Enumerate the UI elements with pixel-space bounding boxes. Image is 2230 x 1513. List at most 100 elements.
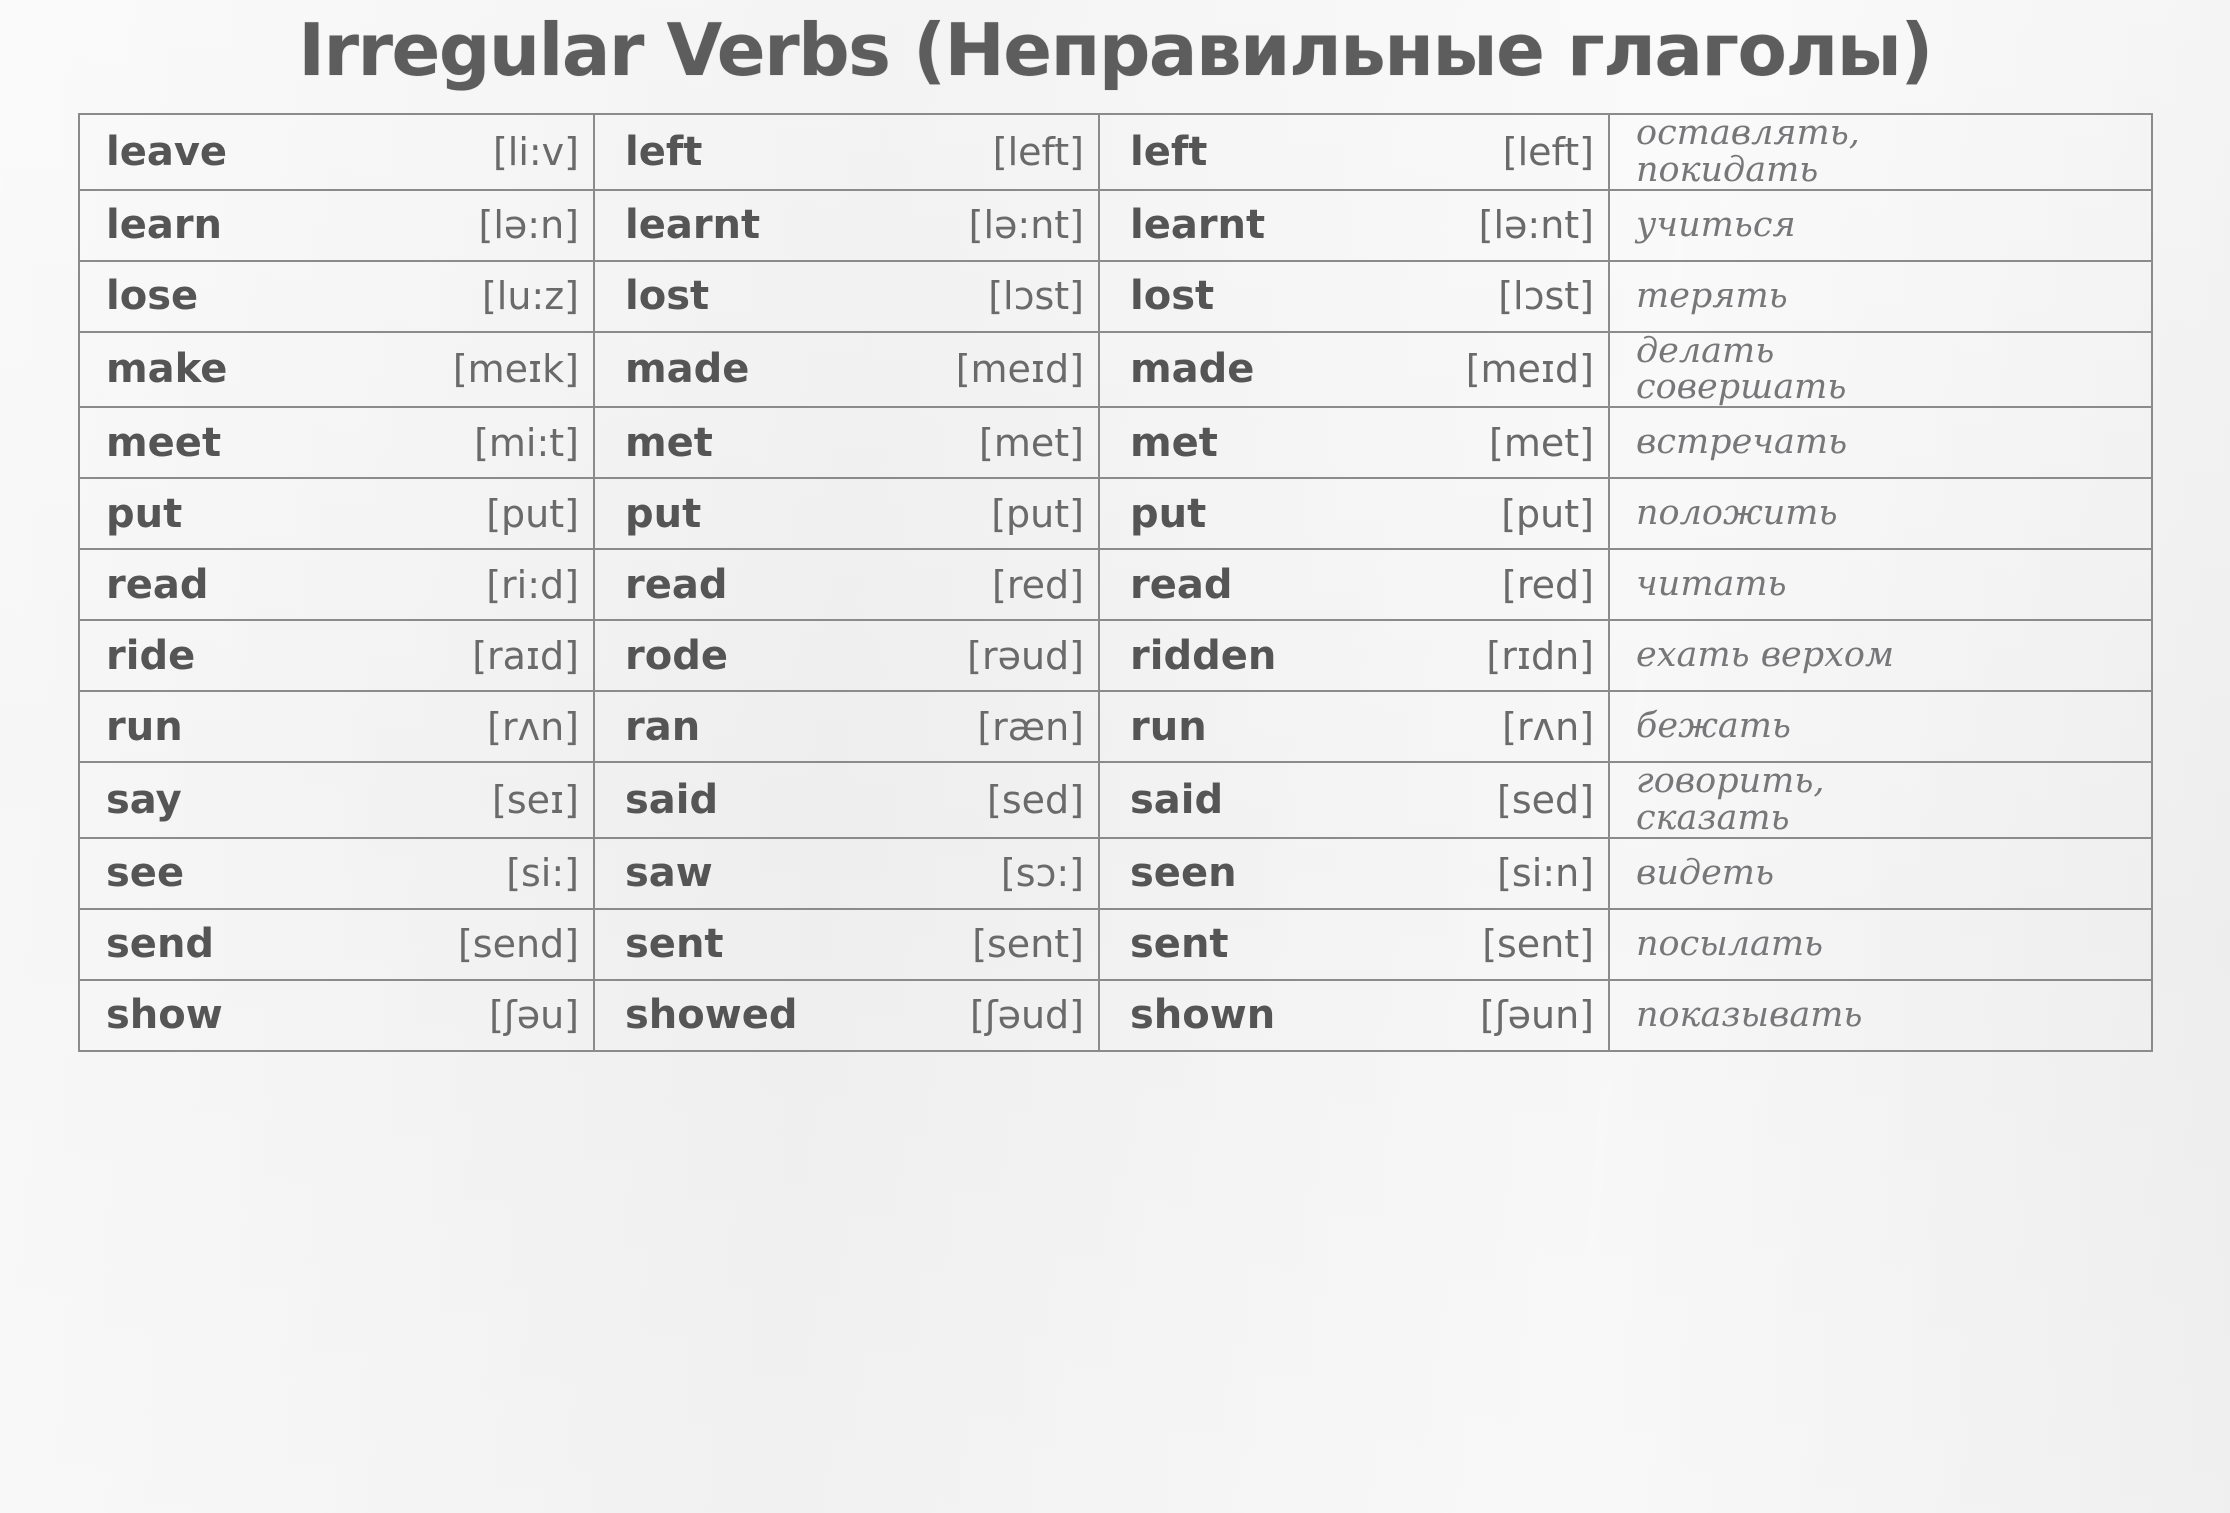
verb-past-word: ran [593, 690, 904, 763]
verb-past-word: saw [593, 836, 904, 910]
verb-participle-transcription: [sent] [1409, 907, 1610, 981]
verb-past-word: said [593, 761, 904, 839]
verb-participle-transcription: [red] [1409, 548, 1610, 621]
verb-base-transcription: [ʃəu] [434, 978, 595, 1052]
verb-base-word: make [78, 330, 434, 408]
table-row: say [seɪ] said [sed] said [sed] говорить, сказ… [78, 761, 2153, 839]
verb-base-transcription: [lə:n] [434, 188, 595, 262]
table-row: see [si:] saw [sɔ:] seen [si:n] видеть [78, 836, 2153, 910]
verb-past-word: lost [593, 259, 904, 333]
verb-participle-word: left [1098, 113, 1409, 191]
page-title: Irregular Verbs (Неправильные глаголы) [298, 8, 1933, 92]
verb-participle-word: ridden [1098, 619, 1409, 692]
verb-base-word: say [78, 761, 434, 839]
verb-base-transcription: [rʌn] [434, 690, 595, 763]
verb-participle-word: read [1098, 548, 1409, 621]
verb-base-word: ride [78, 619, 434, 692]
verb-past-transcription: [sed] [904, 761, 1100, 839]
verb-past-transcription: [rəud] [904, 619, 1100, 692]
verb-translation: читать [1608, 548, 2153, 621]
table-row: run [rʌn] ran [ræn] run [rʌn] бежать [78, 690, 2153, 763]
verb-base-transcription: [li:v] [434, 113, 595, 191]
verb-base-word: send [78, 907, 434, 981]
verb-participle-transcription: [put] [1409, 477, 1610, 550]
irregular-verbs-table: leave [li:v] left [left] left [left] оставлять… [78, 113, 2153, 1052]
verb-participle-word: sent [1098, 907, 1409, 981]
verb-past-transcription: [red] [904, 548, 1100, 621]
verb-participle-word: shown [1098, 978, 1409, 1052]
verb-past-word: sent [593, 907, 904, 981]
verb-base-transcription: [put] [434, 477, 595, 550]
verb-translation: видеть [1608, 836, 2153, 910]
verb-base-word: run [78, 690, 434, 763]
verb-translation: посылать [1608, 907, 2153, 981]
verb-participle-transcription: [rʌn] [1409, 690, 1610, 763]
table-row: meet [mi:t] met [met] met [met] встречать [78, 406, 2153, 479]
verb-base-transcription: [ri:d] [434, 548, 595, 621]
verb-translation: показывать [1608, 978, 2153, 1052]
verb-translation: встречать [1608, 406, 2153, 479]
verb-participle-transcription: [lə:nt] [1409, 188, 1610, 262]
verb-past-transcription: [put] [904, 477, 1100, 550]
verb-participle-word: put [1098, 477, 1409, 550]
verb-participle-transcription: [rɪdn] [1409, 619, 1610, 692]
verb-past-transcription: [met] [904, 406, 1100, 479]
verb-base-word: see [78, 836, 434, 910]
verb-participle-word: met [1098, 406, 1409, 479]
verb-participle-transcription: [met] [1409, 406, 1610, 479]
verb-participle-word: run [1098, 690, 1409, 763]
table-row: make [meɪk] made [meɪd] made [meɪd] делать сов… [78, 330, 2153, 408]
verb-base-transcription: [si:] [434, 836, 595, 910]
table-row: leave [li:v] left [left] left [left] оставлять… [78, 113, 2153, 191]
worksheet-page: Irregular Verbs (Неправильные глаголы) l… [0, 0, 2230, 1513]
table-row: show [ʃəu] showed [ʃəud] shown [ʃəun] показыва… [78, 978, 2153, 1052]
table-row: put [put] put [put] put [put] положить [78, 477, 2153, 550]
verb-translation: делать совершать [1608, 330, 2153, 408]
verb-base-word: show [78, 978, 434, 1052]
verb-participle-word: learnt [1098, 188, 1409, 262]
verb-participle-transcription: [left] [1409, 113, 1610, 191]
verb-past-word: left [593, 113, 904, 191]
verb-base-word: lose [78, 259, 434, 333]
verb-participle-transcription: [meɪd] [1409, 330, 1610, 408]
verb-participle-word: made [1098, 330, 1409, 408]
verb-past-transcription: [lɔst] [904, 259, 1100, 333]
table-row: lose [lu:z] lost [lɔst] lost [lɔst] терять [78, 259, 2153, 333]
verb-translation: ехать верхом [1608, 619, 2153, 692]
verb-base-word: read [78, 548, 434, 621]
verb-translation: учиться [1608, 188, 2153, 262]
verb-past-word: made [593, 330, 904, 408]
verb-past-transcription: [ʃəud] [904, 978, 1100, 1052]
verb-base-transcription: [raɪd] [434, 619, 595, 692]
verb-past-transcription: [left] [904, 113, 1100, 191]
table-row: learn [lə:n] learnt [lə:nt] learnt [lə:nt] учи… [78, 188, 2153, 262]
table-row: send [send] sent [sent] sent [sent] посылать [78, 907, 2153, 981]
verb-translation: оставлять, покидать [1608, 113, 2153, 191]
verb-past-word: met [593, 406, 904, 479]
verb-participle-transcription: [sed] [1409, 761, 1610, 839]
verb-past-word: put [593, 477, 904, 550]
verb-participle-word: seen [1098, 836, 1409, 910]
verb-participle-transcription: [lɔst] [1409, 259, 1610, 333]
verb-translation: положить [1608, 477, 2153, 550]
table-row: read [ri:d] read [red] read [red] читать [78, 548, 2153, 621]
verb-participle-word: lost [1098, 259, 1409, 333]
verb-base-word: put [78, 477, 434, 550]
verb-past-word: learnt [593, 188, 904, 262]
verb-base-transcription: [meɪk] [434, 330, 595, 408]
verb-base-transcription: [send] [434, 907, 595, 981]
verb-past-transcription: [sent] [904, 907, 1100, 981]
table-row: ride [raɪd] rode [rəud] ridden [rɪdn] ехать ве… [78, 619, 2153, 692]
verb-base-word: learn [78, 188, 434, 262]
verb-past-transcription: [lə:nt] [904, 188, 1100, 262]
verb-past-transcription: [ræn] [904, 690, 1100, 763]
verb-base-transcription: [mi:t] [434, 406, 595, 479]
verb-past-word: showed [593, 978, 904, 1052]
verb-participle-transcription: [si:n] [1409, 836, 1610, 910]
verb-past-word: rode [593, 619, 904, 692]
verb-base-transcription: [seɪ] [434, 761, 595, 839]
verb-translation: бежать [1608, 690, 2153, 763]
verb-past-transcription: [sɔ:] [904, 836, 1100, 910]
verb-translation: терять [1608, 259, 2153, 333]
verb-translation: говорить, сказать [1608, 761, 2153, 839]
